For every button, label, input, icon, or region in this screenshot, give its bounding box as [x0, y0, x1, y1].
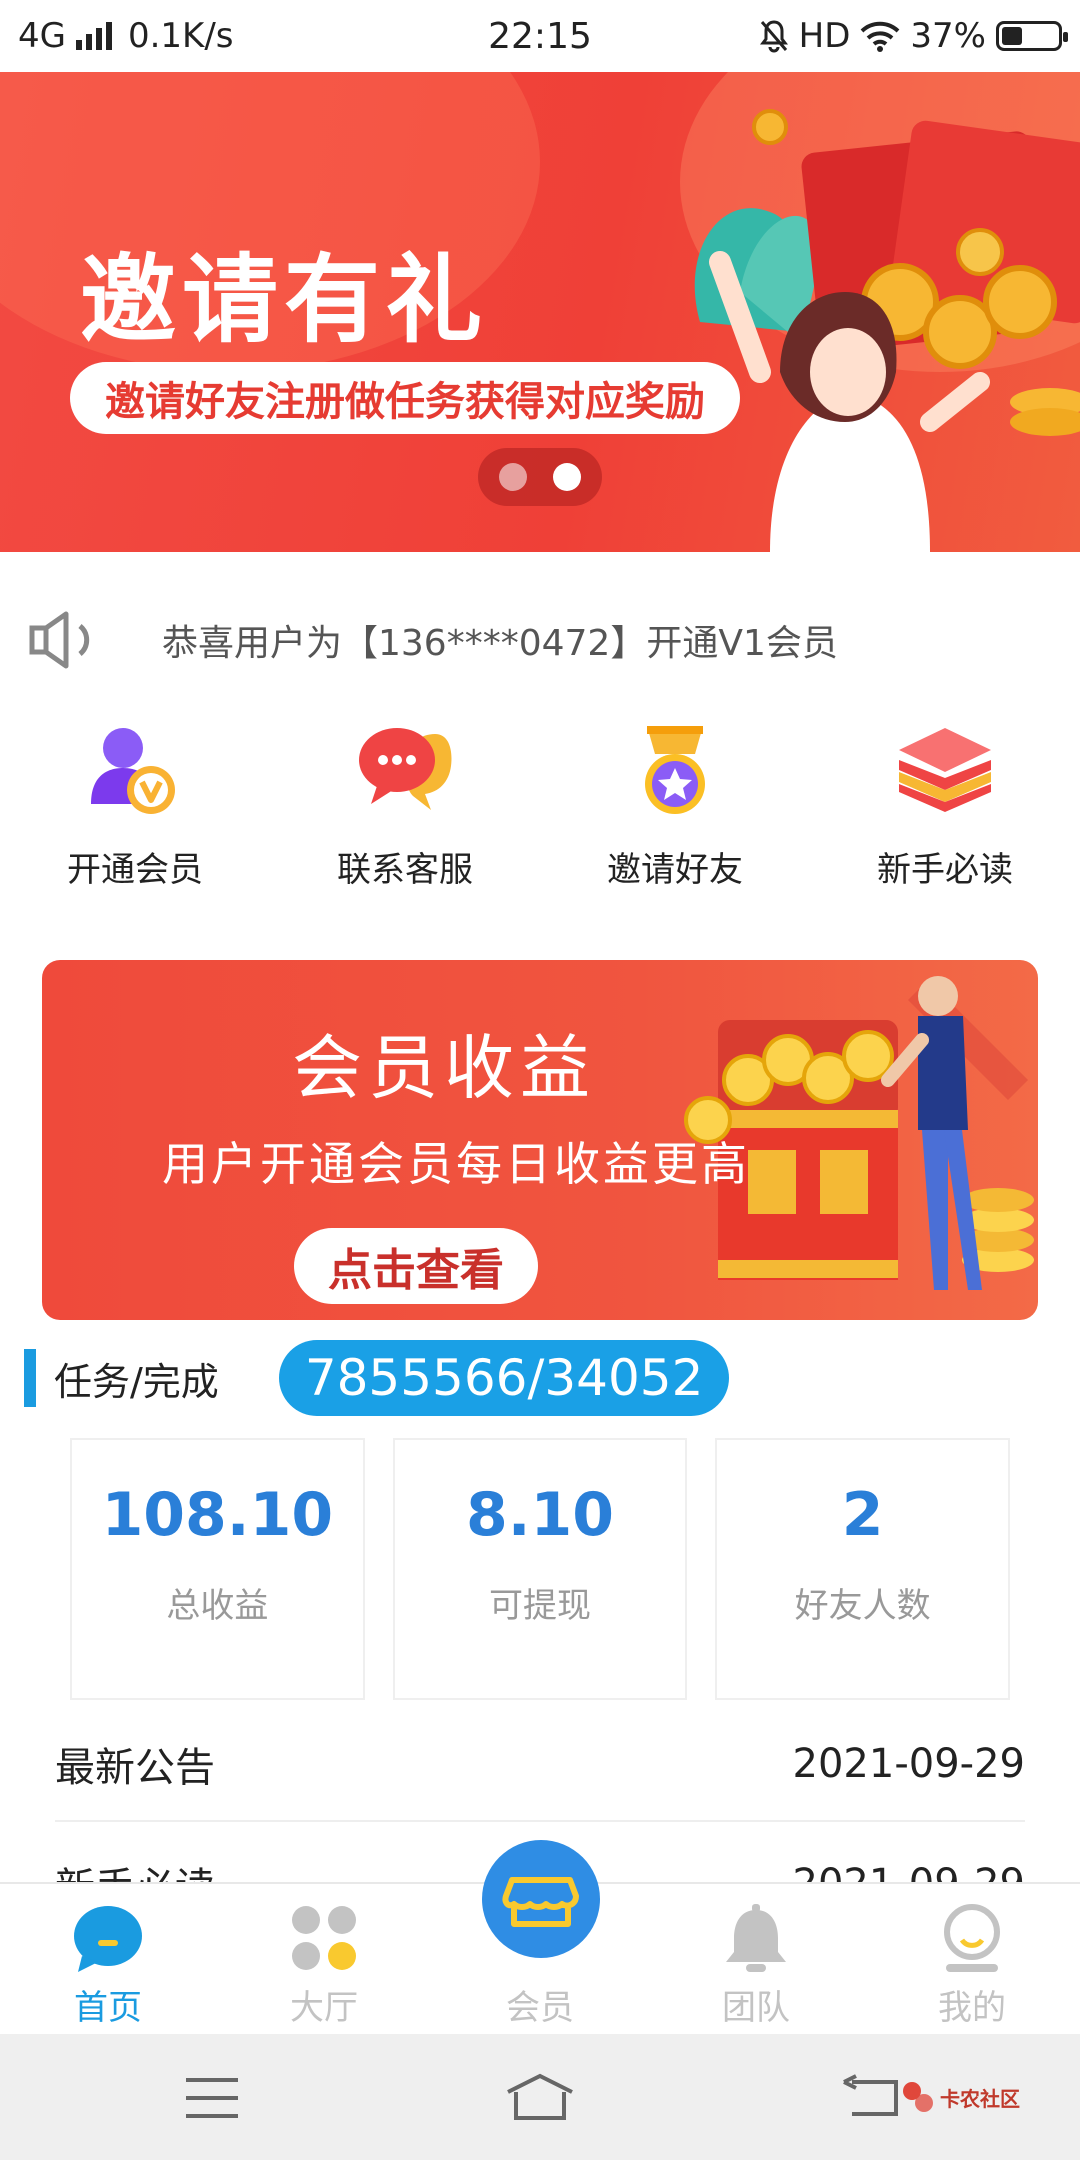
quick-menu: 开通会员 联系客服 邀请好友 新手必读 [0, 720, 1080, 900]
stat-total-earnings[interactable]: 108.10 总收益 [70, 1438, 365, 1700]
notice-bar[interactable]: 恭喜用户为【136****0472】开通V1会员 [0, 590, 1080, 690]
section-marker [24, 1349, 36, 1407]
chat-icon [359, 728, 452, 810]
banner-illustration [694, 109, 1080, 552]
layers-icon [899, 728, 991, 812]
battery-icon [996, 21, 1068, 51]
stat-label: 可提现 [489, 1586, 591, 1626]
member-center-button[interactable] [482, 1840, 600, 1958]
task-row: 任务/完成 7855566/34052 [0, 1336, 1080, 1420]
back-icon[interactable] [842, 2074, 898, 2118]
tab-hall[interactable]: 大厅 [216, 1884, 432, 2036]
wifi-icon [861, 21, 900, 52]
grid-icon [292, 1906, 356, 1970]
tab-team[interactable]: 团队 [648, 1884, 864, 2036]
task-label: 任务/完成 [54, 1359, 219, 1404]
list-item[interactable]: 最新公告 2021-09-29 [55, 1732, 1025, 1796]
menu-label: 开通会员 [67, 850, 203, 890]
stat-withdrawable[interactable]: 8.10 可提现 [392, 1438, 688, 1700]
member-icon [91, 728, 175, 814]
home-icon[interactable] [504, 2072, 576, 2122]
banner-title: 邀请有礼 [80, 243, 488, 356]
task-count-badge: 7855566/34052 [278, 1340, 730, 1416]
tab-label: 团队 [722, 1988, 790, 2028]
network-speed: 0.1K/s [127, 16, 234, 56]
tab-label: 首页 [74, 1988, 142, 2028]
notice-text: 恭喜用户为【136****0472】开通V1会员 [162, 623, 838, 664]
signal-icon [75, 22, 112, 50]
watermark-text: 卡农社区 [940, 2086, 1020, 2111]
news-date: 2021-09-29 [792, 1741, 1025, 1787]
network-type: 4G [18, 16, 66, 56]
clock: 22:15 [488, 15, 592, 57]
tab-home[interactable]: 首页 [0, 1884, 216, 2036]
menu-label: 邀请好友 [607, 850, 743, 890]
tab-mine[interactable]: 我的 [864, 1884, 1080, 2036]
logo-mark-icon [903, 2082, 933, 2112]
home-chat-icon [74, 1906, 142, 1972]
battery-percent: 37% [910, 16, 986, 56]
member-earnings-banner[interactable]: 会员收益 用户开通会员每日收益更高 点击查看 [42, 960, 1038, 1320]
user-icon [944, 1904, 1000, 1972]
tab-label: 大厅 [290, 1988, 358, 2028]
hd-indicator: HD [798, 16, 851, 56]
stat-label: 总收益 [166, 1586, 269, 1626]
stats-panel: 108.10 总收益 8.10 可提现 2 好友人数 [70, 1438, 1011, 1700]
banner-subtitle: 邀请好友注册做任务获得对应奖励 [70, 362, 740, 434]
stat-value: 108.10 [101, 1480, 334, 1550]
mute-bell-icon [759, 20, 788, 53]
tab-label: 会员 [506, 1988, 574, 2028]
carousel-dot[interactable] [499, 463, 527, 491]
stat-value: 8.10 [465, 1480, 615, 1550]
medal-icon [645, 726, 705, 814]
carousel-indicator[interactable] [478, 448, 602, 506]
stat-label: 好友人数 [794, 1586, 931, 1626]
divider [55, 1820, 1025, 1822]
store-icon [502, 1877, 579, 1927]
stat-value: 2 [841, 1480, 884, 1550]
stat-friends[interactable]: 2 好友人数 [715, 1438, 1011, 1700]
speaker-icon [29, 611, 90, 669]
status-bar: 4G 0.1K/s 22:15 HD 37% [0, 0, 1080, 72]
menu-label: 新手必读 [877, 850, 1013, 890]
view-details-button[interactable]: 点击查看 [294, 1228, 538, 1304]
bell-icon [726, 1904, 786, 1972]
invite-banner[interactable]: 邀请有礼 邀请好友注册做任务获得对应奖励 [0, 72, 1080, 552]
menu-item-newbie-guide[interactable]: 新手必读 [810, 720, 1080, 900]
menu-label: 联系客服 [337, 850, 473, 890]
carousel-dot[interactable] [553, 463, 581, 491]
promo-subtitle: 用户开通会员每日收益更高 [162, 1137, 750, 1191]
menu-item-open-membership[interactable]: 开通会员 [0, 720, 270, 900]
menu-icon[interactable] [184, 2076, 240, 2120]
watermark-logo: 卡农社区 [900, 2074, 1022, 2120]
tab-label: 我的 [938, 1988, 1006, 2028]
news-title: 最新公告 [55, 1745, 215, 1791]
menu-item-invite-friends[interactable]: 邀请好友 [540, 720, 810, 900]
promo-title: 会员收益 [292, 1027, 596, 1109]
system-navigation-bar: 卡农社区 [0, 2034, 1080, 2160]
menu-item-customer-service[interactable]: 联系客服 [270, 720, 540, 900]
